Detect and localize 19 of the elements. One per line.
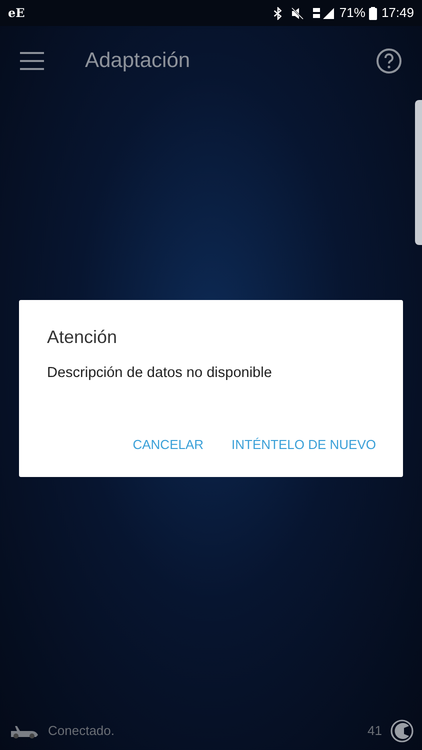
count-label: 41 <box>368 722 382 740</box>
dialog-title: Atención <box>47 326 118 349</box>
clock-time: 17:49 <box>381 4 414 22</box>
battery-icon <box>369 6 378 20</box>
menu-button[interactable] <box>20 52 44 70</box>
screen-title: Adaptación <box>85 48 190 74</box>
dialog-button[interactable]: CANCELAR <box>132 434 204 454</box>
car-icon <box>8 723 40 739</box>
edge-panel-handle[interactable] <box>415 100 422 245</box>
carrier-logo: eE <box>8 5 25 22</box>
help-icon[interactable] <box>376 48 402 74</box>
mute-icon <box>291 6 306 20</box>
bluetooth-icon <box>273 6 284 20</box>
battery-percent: 71% <box>339 4 366 22</box>
dialog-message: Descripción de datos no disponible <box>47 364 273 383</box>
connection-status: Conectado. <box>48 722 114 740</box>
dialog-button[interactable]: INTÉNTELO DE NUEVO <box>232 434 376 454</box>
signal-icon <box>313 6 336 20</box>
gauge-icon <box>390 719 414 743</box>
